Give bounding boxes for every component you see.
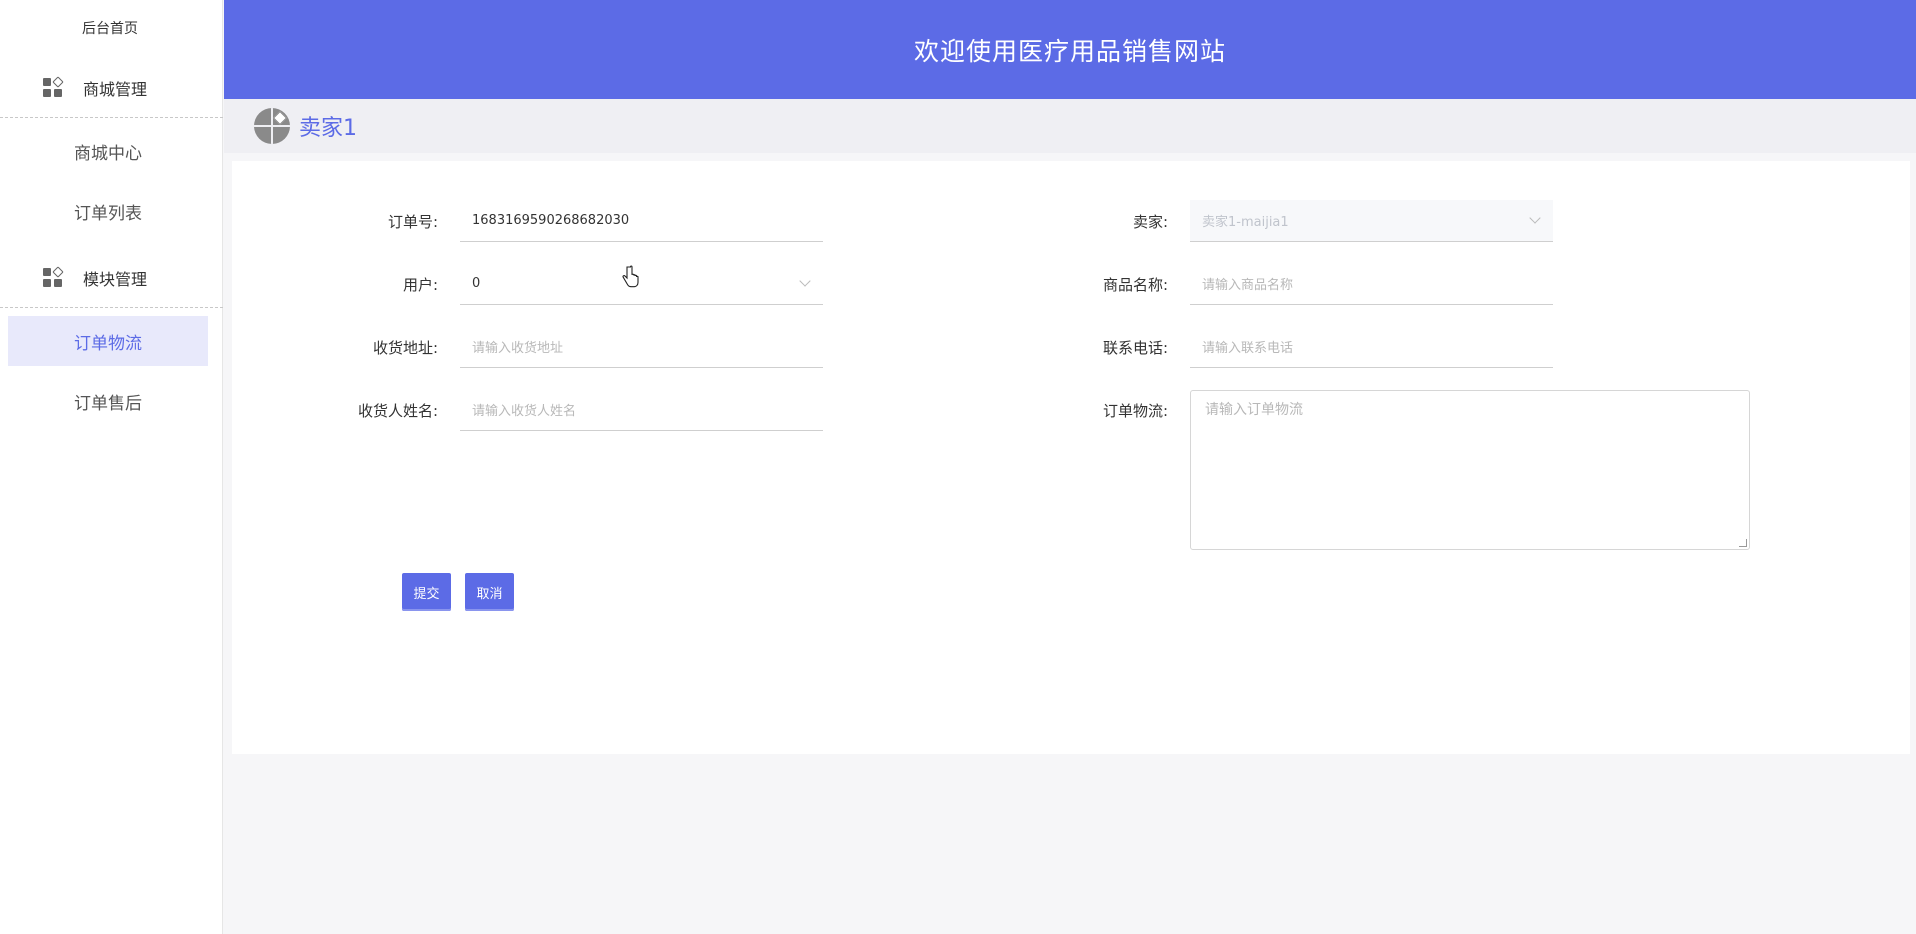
row-phone: 联系电话: 请输入联系电话 [1040, 326, 1553, 368]
user-bar: 卖家1 [224, 99, 1916, 153]
logistics-label: 订单物流: [1102, 401, 1168, 420]
order-logistics-form: 订单号: 1683169590268682030 用户: 0 收货地址: 请输入… [232, 161, 1910, 754]
seller-label: 卖家: [1132, 212, 1168, 231]
row-order-no: 订单号: 1683169590268682030 [310, 200, 823, 242]
receiver-input[interactable]: 请输入收货人姓名 [460, 389, 823, 431]
hand-cursor-icon [622, 265, 639, 288]
phone-label: 联系电话: [1102, 338, 1168, 357]
user-label: 用户: [402, 275, 438, 294]
home-link[interactable]: 后台首页 [0, 18, 220, 38]
product-input[interactable]: 请输入商品名称 [1190, 263, 1553, 305]
resize-handle-icon[interactable] [1739, 539, 1747, 547]
chevron-down-icon [1529, 212, 1541, 224]
sidebar-item-mall-center[interactable]: 商城中心 [8, 126, 208, 176]
apps-icon [43, 75, 64, 98]
row-seller: 卖家: 卖家1-maijia1 [1040, 200, 1553, 242]
cancel-button[interactable]: 取消 [465, 573, 514, 611]
product-label: 商品名称: [1102, 275, 1168, 294]
seller-select: 卖家1-maijia1 [1190, 200, 1553, 242]
sidebar-item-after-sales[interactable]: 订单售后 [8, 376, 208, 426]
group-label: 商城管理 [83, 79, 148, 99]
avatar[interactable] [254, 108, 290, 144]
submit-button[interactable]: 提交 [402, 573, 451, 611]
apps-icon [43, 265, 64, 288]
row-logistics: 订单物流: [1040, 389, 1190, 431]
order-no-input[interactable]: 1683169590268682030 [460, 200, 823, 242]
site-title: 欢迎使用医疗用品销售网站 [913, 36, 1226, 66]
sidebar-item-order-logistics[interactable]: 订单物流 [8, 316, 208, 366]
row-receiver: 收货人姓名: 请输入收货人姓名 [310, 389, 823, 431]
sidebar: 后台首页 商城管理 商城中心 订单列表 模块管理 订单物流 订单售后 [0, 0, 223, 934]
group-mall-management[interactable]: 商城管理 [0, 58, 223, 118]
phone-input[interactable]: 请输入联系电话 [1190, 326, 1553, 368]
top-header: 欢迎使用医疗用品销售网站 [224, 0, 1916, 99]
group-label: 模块管理 [83, 269, 148, 289]
order-no-label: 订单号: [387, 212, 438, 231]
logistics-textarea[interactable]: 请输入订单物流 [1190, 390, 1750, 550]
receiver-label: 收货人姓名: [357, 401, 438, 420]
address-input[interactable]: 请输入收货地址 [460, 326, 823, 368]
chevron-down-icon [799, 275, 811, 287]
address-label: 收货地址: [372, 338, 438, 357]
user-select[interactable]: 0 [460, 263, 823, 305]
sidebar-item-order-list[interactable]: 订单列表 [8, 186, 208, 236]
user-name: 卖家1 [299, 116, 357, 141]
row-address: 收货地址: 请输入收货地址 [310, 326, 823, 368]
group-module-management[interactable]: 模块管理 [0, 248, 223, 308]
row-product: 商品名称: 请输入商品名称 [1040, 263, 1553, 305]
row-user: 用户: 0 [310, 263, 823, 305]
